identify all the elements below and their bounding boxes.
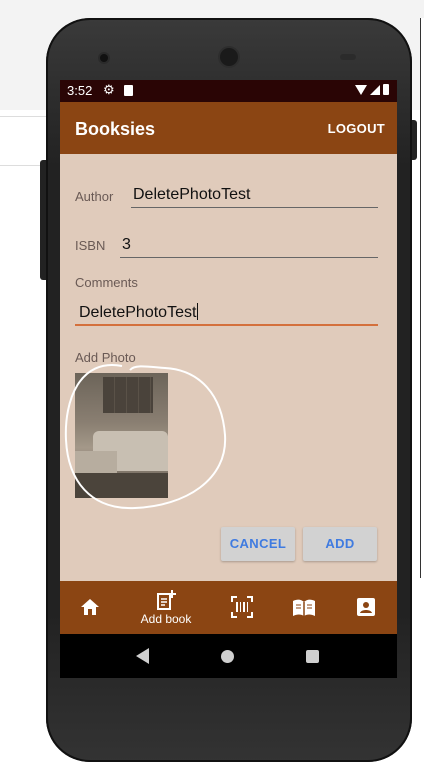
comments-underline [75,324,378,326]
proximity-sensor [340,54,356,60]
sd-card-icon [124,85,133,96]
nav-home[interactable] [72,581,108,634]
barcode-scan-icon [231,596,253,618]
back-icon[interactable] [136,648,149,664]
author-underline [131,207,378,208]
nav-scan[interactable] [226,581,258,634]
signal-icon [370,84,380,95]
add-button[interactable]: ADD [303,527,377,561]
system-navigation-bar [60,634,397,678]
home-circle-icon[interactable] [221,650,234,663]
front-camera [100,54,108,62]
account-icon [357,598,375,616]
isbn-underline [120,257,378,258]
open-book-icon [293,599,315,616]
phone-screen: 3:52 ⚙ Booksies LOGOUT Author DeletePhot… [60,80,397,678]
nav-add-book[interactable]: Add book [132,581,200,634]
add-book-icon [157,590,176,610]
bottom-navigation: Add book [60,581,397,634]
isbn-label: ISBN [75,238,106,253]
status-time: 3:52 [67,83,93,98]
battery-icon [383,84,389,96]
circle-annotation [64,364,227,510]
isbn-field[interactable]: 3 [122,236,131,254]
power-button [412,120,417,160]
comments-text: DeletePhotoTest [79,304,197,321]
settings-icon: ⚙ [103,82,115,97]
recent-apps-icon[interactable] [306,650,319,663]
nav-library[interactable] [288,581,320,634]
author-field[interactable]: DeletePhotoTest [133,186,250,204]
app-bar: Booksies LOGOUT [60,102,397,154]
cancel-button[interactable]: CANCEL [221,527,295,561]
author-label: Author [75,189,114,204]
comments-label: Comments [75,275,138,290]
comments-field[interactable]: DeletePhotoTest [79,303,199,322]
nav-add-book-label: Add book [140,612,192,626]
earpiece-speaker [220,48,238,66]
status-icons [355,82,389,96]
app-title: Booksies [75,119,156,139]
wifi-icon [355,84,367,95]
logout-button[interactable]: LOGOUT [328,121,385,136]
text-cursor [197,303,199,320]
nav-account[interactable] [350,581,382,634]
background-panel [420,18,424,578]
home-icon [81,599,99,615]
status-bar: 3:52 ⚙ [60,80,397,102]
